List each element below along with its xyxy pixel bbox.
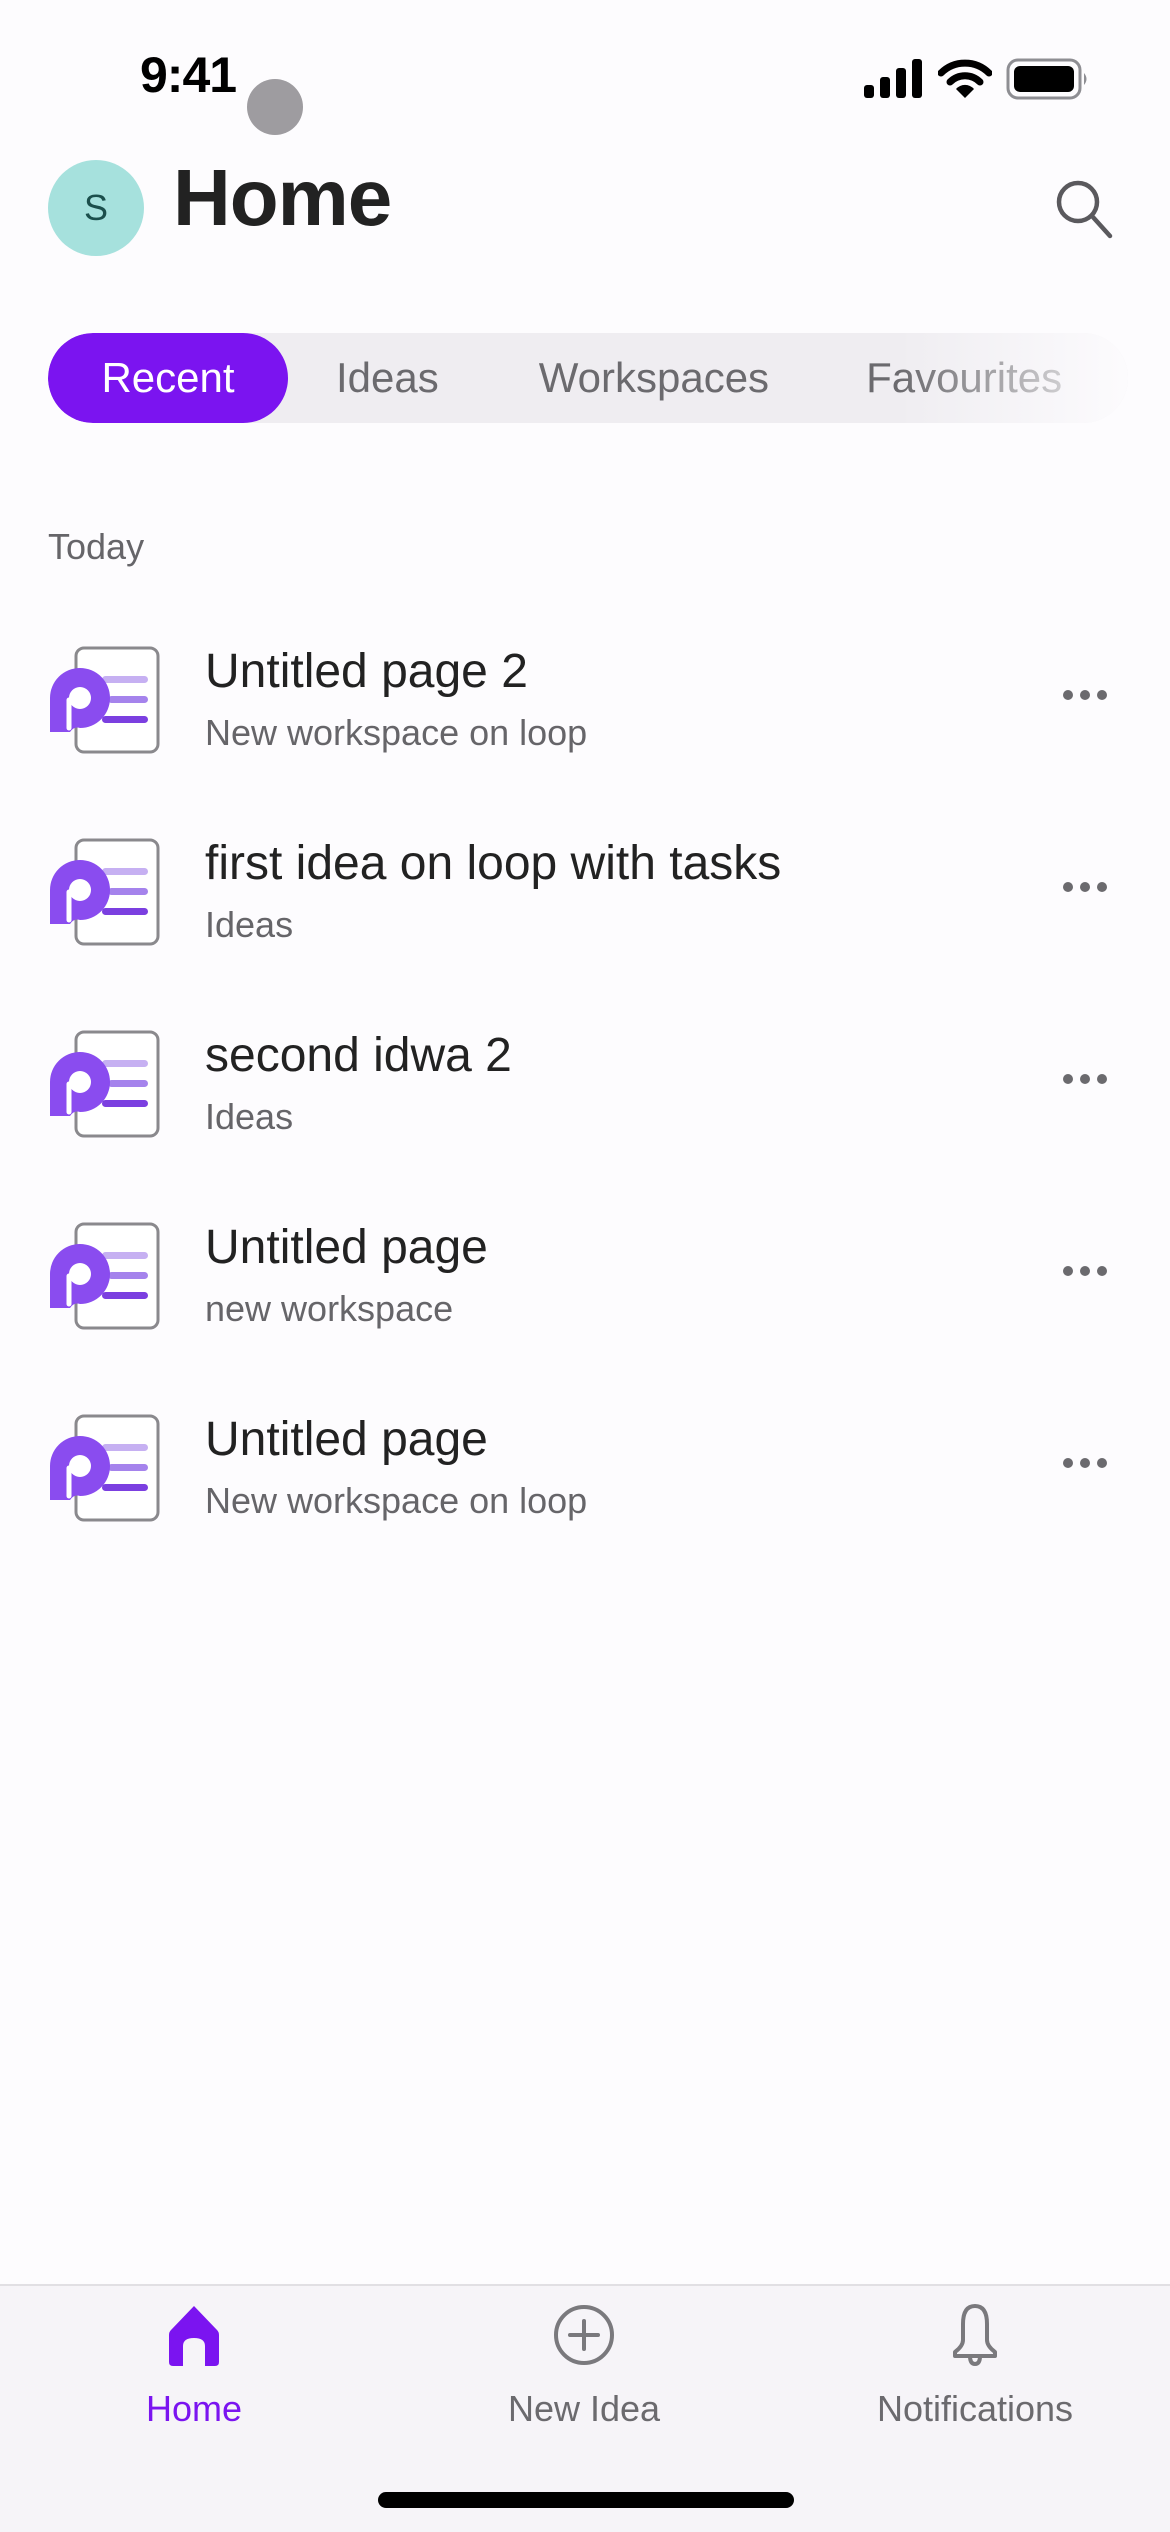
avatar-initial: S: [83, 187, 108, 228]
status-icons: [862, 58, 1090, 100]
more-options-icon[interactable]: [1055, 1438, 1115, 1488]
loop-page-icon: [50, 646, 160, 754]
more-options-icon[interactable]: [1055, 1246, 1115, 1296]
status-bar: 9:41: [0, 0, 1170, 135]
avatar[interactable]: S: [48, 160, 144, 256]
item-subtitle: Ideas: [205, 1096, 294, 1137]
wifi-icon: [938, 59, 992, 98]
more-options-icon[interactable]: [1055, 1054, 1115, 1104]
list-item[interactable]: Untitled page new workspace: [0, 1196, 1170, 1388]
search-icon: [1056, 180, 1113, 239]
item-title: second idwa 2: [205, 1029, 512, 1082]
tab-bar: Recent Ideas Workspaces Favourites: [48, 333, 1128, 423]
list-item[interactable]: Untitled page New workspace on loop: [0, 1388, 1170, 1580]
item-subtitle: new workspace: [205, 1288, 454, 1329]
item-title: first idea on loop with tasks: [205, 837, 782, 890]
nav-home-label: Home: [145, 2388, 243, 2429]
nav-home[interactable]: Home: [44, 2300, 344, 2430]
loop-page-icon: [50, 1222, 160, 1330]
nav-new-idea-label: New Idea: [507, 2388, 661, 2429]
item-title: Untitled page: [205, 1221, 488, 1274]
add-circle-icon: [554, 2305, 614, 2365]
header: S Home: [0, 150, 1170, 270]
bell-icon: [953, 2304, 997, 2367]
item-subtitle: New workspace on loop: [205, 1480, 588, 1521]
item-subtitle: New workspace on loop: [205, 712, 588, 753]
page-title: Home: [173, 153, 392, 242]
loop-page-icon: [50, 1414, 160, 1522]
loop-page-icon: [50, 838, 160, 946]
item-title: Untitled page: [205, 1413, 488, 1466]
more-options-icon[interactable]: [1055, 670, 1115, 720]
status-time: 9:41: [140, 47, 237, 103]
tab-recent[interactable]: Recent: [48, 333, 288, 423]
tab-workspaces[interactable]: Workspaces: [539, 333, 769, 423]
loop-page-icon: [50, 1030, 160, 1138]
more-options-icon[interactable]: [1055, 862, 1115, 912]
tab-ideas[interactable]: Ideas: [336, 333, 439, 423]
tab-favourites[interactable]: Favourites: [866, 333, 1062, 423]
list-item[interactable]: first idea on loop with tasks Ideas: [0, 812, 1170, 1004]
list-item[interactable]: Untitled page 2 New workspace on loop: [0, 620, 1170, 812]
home-icon: [169, 2306, 219, 2366]
cellular-signal-icon: [864, 59, 922, 98]
battery-icon: [1006, 58, 1087, 100]
nav-new-idea[interactable]: New Idea: [434, 2300, 734, 2430]
recent-list: Untitled page 2 New workspace on loop fi…: [0, 620, 1170, 1580]
item-subtitle: Ideas: [205, 904, 294, 945]
home-indicator[interactable]: [378, 2492, 794, 2508]
item-title: Untitled page 2: [205, 645, 528, 698]
section-label-today: Today: [48, 526, 145, 567]
nav-notifications-label: Notifications: [876, 2388, 1074, 2429]
assistive-touch-dot[interactable]: [247, 79, 303, 135]
search-button[interactable]: [1052, 176, 1118, 242]
list-item[interactable]: second idwa 2 Ideas: [0, 1004, 1170, 1196]
nav-notifications[interactable]: Notifications: [825, 2300, 1125, 2430]
